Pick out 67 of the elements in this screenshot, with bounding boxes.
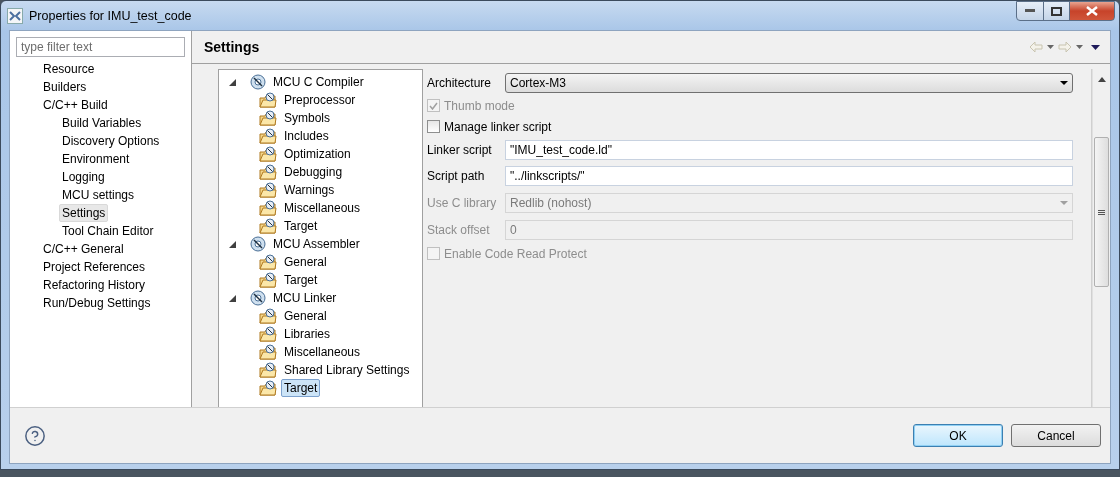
nav-tree-item[interactable]: Resource [40, 60, 98, 78]
tree-item[interactable]: Preprocessor [281, 91, 359, 109]
nav-tree-item[interactable]: Settings [59, 204, 109, 222]
expand-arrow-icon[interactable] [229, 78, 236, 86]
nav-tree-item[interactable]: Run/Debug Settings [40, 294, 154, 312]
tree-item[interactable]: Symbols [281, 109, 333, 127]
nav-tree-item[interactable]: Project References [40, 258, 149, 276]
dropdown-arrow-icon[interactable] [1047, 45, 1054, 49]
maximize-icon [1051, 6, 1062, 16]
check-icon [429, 101, 438, 110]
dropdown-arrow-icon[interactable] [1076, 45, 1083, 49]
tree-item[interactable]: Target [281, 217, 321, 235]
scrollbar[interactable] [1092, 69, 1110, 407]
tree-item[interactable]: MCU Linker [270, 289, 340, 307]
input-field[interactable]: "IMU_test_code.ld" [505, 140, 1073, 160]
page-title: Settings [204, 39, 261, 55]
expand-arrow-icon[interactable] [229, 240, 236, 248]
nav-tree-item[interactable]: Build Variables [59, 114, 145, 132]
field-label: Architecture [427, 76, 493, 90]
tree-item[interactable]: General [281, 253, 330, 271]
minimize-icon [1025, 9, 1035, 13]
tree-item[interactable]: Target [281, 271, 321, 289]
tree-item[interactable]: Libraries [281, 325, 334, 343]
tree-item[interactable]: Debugging [281, 163, 346, 181]
tree-item[interactable]: Miscellaneous [281, 343, 364, 361]
close-icon [1086, 6, 1098, 16]
dropdown-arrow-icon [1060, 201, 1068, 205]
dropdown[interactable]: Cortex-M3 [505, 73, 1073, 93]
nav-tree-item[interactable]: Environment [59, 150, 133, 168]
nav-tree-item[interactable]: C/C++ Build [40, 96, 111, 114]
maximize-button[interactable] [1043, 1, 1070, 21]
dialog-button[interactable]: Cancel [1011, 424, 1101, 447]
field-label: Linker script [427, 143, 493, 157]
dialog-button[interactable]: OK [913, 424, 1003, 447]
dropdown-arrow-icon [1060, 81, 1068, 85]
minimize-button[interactable] [1016, 1, 1044, 21]
nav-tree-item[interactable]: Refactoring History [40, 276, 149, 294]
nav-tree-item[interactable]: C/C++ General [40, 240, 127, 258]
nav-tree-item[interactable]: Discovery Options [59, 132, 163, 150]
tree-item[interactable]: Target [281, 379, 321, 397]
nav-tree-item[interactable]: Builders [40, 78, 90, 96]
tree-item[interactable]: Includes [281, 127, 332, 145]
expand-arrow-icon[interactable] [229, 294, 236, 302]
field-label: Use C library [427, 196, 498, 210]
tree-item[interactable]: Shared Library Settings [281, 361, 413, 379]
nav-tree-item[interactable]: Tool Chain Editor [59, 222, 157, 240]
nav-tree-item[interactable]: Logging [59, 168, 108, 186]
nav-tree-item[interactable]: MCU settings [59, 186, 138, 204]
app-logo-icon [7, 7, 23, 24]
scrollbar-thumb[interactable] [1094, 137, 1109, 287]
filter-field[interactable]: type filter text [16, 37, 185, 57]
checkbox[interactable]: Manage linker script [427, 119, 552, 134]
close-button[interactable] [1069, 1, 1115, 21]
tree-item[interactable]: General [281, 307, 330, 325]
tree-item[interactable]: Optimization [281, 145, 354, 163]
tree-item[interactable]: Miscellaneous [281, 199, 364, 217]
scroll-up-icon[interactable] [1097, 77, 1106, 82]
tree-item[interactable]: MCU C Compiler [270, 73, 367, 91]
field-label: Stack offset [427, 223, 491, 237]
window-title: Properties for IMU_test_code [29, 8, 193, 23]
tree-item[interactable]: MCU Assembler [270, 235, 363, 253]
tree-item[interactable]: Warnings [281, 181, 338, 199]
help-icon[interactable] [24, 424, 46, 447]
field-label: Script path [427, 169, 486, 183]
input-field[interactable]: "../linkscripts/" [505, 166, 1073, 186]
grip-icon [1098, 209, 1105, 215]
view-menu-icon[interactable] [1091, 44, 1100, 50]
